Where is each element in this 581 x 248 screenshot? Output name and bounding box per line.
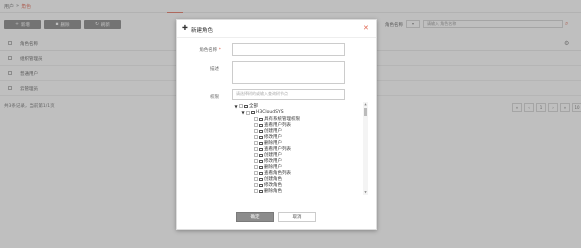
chevron-down-icon[interactable]: ▼: [241, 110, 245, 115]
folder-icon: [244, 104, 248, 108]
cancel-button[interactable]: 取消: [278, 212, 316, 222]
tree-checkbox[interactable]: [254, 159, 258, 163]
folder-icon: [251, 111, 255, 114]
permission-icon: [259, 147, 263, 151]
plus-icon: ✚: [182, 24, 188, 32]
tree-checkbox[interactable]: [254, 123, 258, 127]
role-name-label: 角色名称 *: [199, 48, 221, 53]
permission-icon: [259, 171, 263, 175]
tree-checkbox[interactable]: [254, 183, 258, 187]
dialog-header: ✚ 新建角色 ✕: [177, 20, 376, 38]
tree-checkbox[interactable]: [254, 171, 258, 175]
permission-icon: [259, 123, 263, 127]
scroll-down-icon[interactable]: ▼: [363, 190, 368, 194]
permission-icon: [259, 159, 263, 163]
permission-icon: [259, 117, 263, 121]
tree-scrollbar[interactable]: ▲ ▼: [363, 102, 368, 195]
permission-icon: [259, 135, 263, 139]
tree-node-root[interactable]: ▼ 全部: [234, 103, 258, 110]
permission-label: 权限: [210, 95, 219, 100]
dialog-title: 新建角色: [191, 28, 214, 34]
tree-checkbox[interactable]: [254, 135, 258, 139]
permission-icon: [259, 189, 263, 193]
chevron-down-icon[interactable]: ▼: [234, 104, 238, 109]
permission-icon: [259, 129, 263, 133]
description-textarea[interactable]: [232, 61, 345, 84]
tree-checkbox[interactable]: [239, 104, 243, 108]
permission-icon: [259, 183, 263, 187]
tree-checkbox[interactable]: [254, 177, 258, 181]
tree-checkbox[interactable]: [254, 141, 258, 145]
permission-tree[interactable]: ▼ 全部 ▼ H3CloudSYS 具有系统管理权限 查看用户列表 创建用户 修…: [232, 102, 369, 195]
description-label: 描述: [210, 67, 219, 72]
tree-checkbox[interactable]: [254, 117, 258, 121]
scroll-up-icon[interactable]: ▲: [363, 102, 368, 106]
role-name-input[interactable]: [232, 43, 345, 56]
permission-icon: [259, 177, 263, 181]
tree-checkbox[interactable]: [254, 147, 258, 151]
tree-checkbox[interactable]: [254, 189, 258, 193]
tree-checkbox[interactable]: [254, 129, 258, 133]
tree-node-item[interactable]: 删除角色: [254, 188, 282, 194]
permission-icon: [259, 153, 263, 157]
tree-checkbox[interactable]: [246, 110, 250, 115]
close-icon[interactable]: ✕: [363, 25, 369, 32]
required-mark: *: [218, 48, 221, 53]
tree-checkbox[interactable]: [254, 153, 258, 157]
permission-icon: [259, 141, 263, 145]
scrollbar-thumb[interactable]: [364, 108, 367, 116]
tree-checkbox[interactable]: [254, 165, 258, 169]
ok-button[interactable]: 确定: [236, 212, 274, 222]
tree-node-group[interactable]: ▼ H3CloudSYS: [241, 110, 283, 115]
permission-search-input[interactable]: 请选择树的或输入查询树节点: [232, 89, 345, 100]
permission-icon: [259, 165, 263, 169]
